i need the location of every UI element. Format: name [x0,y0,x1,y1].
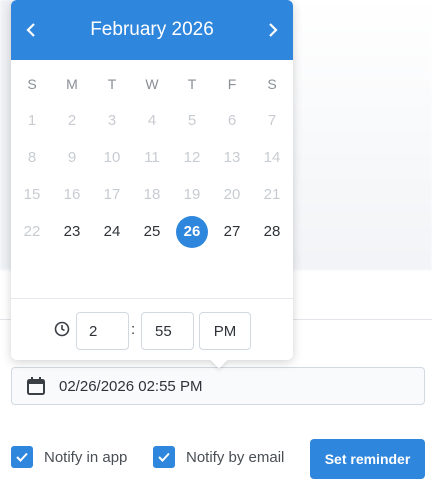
calendar-day: 11 [144,149,160,166]
time-separator: : [131,321,136,338]
weekday-label: F [227,76,237,92]
clock-icon [54,321,70,337]
checkbox-checked-icon [153,446,175,468]
weekday-header: S M T W T F S [12,72,293,96]
chevron-right-icon [269,23,278,37]
weekday-label: S [27,76,37,92]
calendar-day[interactable]: 24 [92,213,132,250]
calendar-day: 17 [103,186,121,203]
weekday-label: W [145,76,159,92]
calendar-day: 7 [267,112,277,129]
notify-email-checkbox[interactable]: Notify by email [153,446,284,468]
calendar-day: 8 [27,149,37,166]
calendar-icon [25,375,47,397]
notify-email-label: Notify by email [186,448,285,466]
chevron-left-icon [26,23,35,37]
calendar-day: 15 [23,186,41,203]
calendar-day: 3 [107,112,117,129]
calendar-day: 18 [143,186,161,203]
notify-app-label: Notify in app [44,448,128,466]
calendar-day: 21 [263,186,281,203]
datetime-value: 02/26/2026 02:55 PM [59,377,203,395]
prev-month-button[interactable] [19,18,43,42]
calendar-day: 1 [27,112,37,129]
selected-day-label: 26 [176,215,208,248]
calendar-day: 2 [67,112,77,129]
calendar-day: 6 [227,112,237,129]
weekday-label: T [107,76,117,92]
reminder-form: 02/26/2026 02:55 PM February 2026 S M T … [0,0,432,488]
calendar-day: 19 [183,186,201,203]
calendar-day[interactable]: 27 [212,213,252,250]
calendar-day[interactable]: 28 [252,213,292,250]
calendar-day: 10 [103,149,121,166]
calendar-day: 22 [23,223,41,240]
calendar-day[interactable]: 23 [52,213,92,250]
weekday-label: T [187,76,197,92]
minute-input[interactable]: 55 [141,312,194,350]
date-picker-popup: February 2026 S M T W T F S 1 2 3 4 5 6 7 8 9 10 1… [11,0,293,360]
day-grid: 1 2 3 4 5 6 7 8 9 10 11 12 13 14 15 16 17 18 19 20 21 22 23 24 2… [12,102,293,250]
weekday-label: S [267,76,277,92]
notify-app-checkbox[interactable]: Notify in app [11,446,127,468]
calendar-day: 5 [187,112,197,129]
next-month-button[interactable] [261,18,285,42]
hour-input[interactable]: 2 [76,312,129,350]
ampm-toggle[interactable]: PM [199,312,251,350]
calendar-day-selected[interactable]: 26 [172,213,212,250]
checkbox-checked-icon [11,446,33,468]
calendar-day: 13 [223,149,241,166]
calendar-day: 20 [223,186,241,203]
weekday-label: M [66,76,78,92]
calendar-day: 14 [263,149,281,166]
calendar-day[interactable]: 25 [132,213,172,250]
calendar-day: 9 [67,149,77,166]
datetime-input[interactable]: 02/26/2026 02:55 PM [11,367,425,405]
picker-header: February 2026 [11,0,293,60]
set-reminder-button[interactable]: Set reminder [310,439,425,479]
time-selector: 2 : 55 PM [11,298,293,360]
calendar-day: 16 [63,186,81,203]
month-title: February 2026 [90,19,214,40]
calendar-day: 12 [183,149,201,166]
calendar-day: 4 [147,112,157,129]
